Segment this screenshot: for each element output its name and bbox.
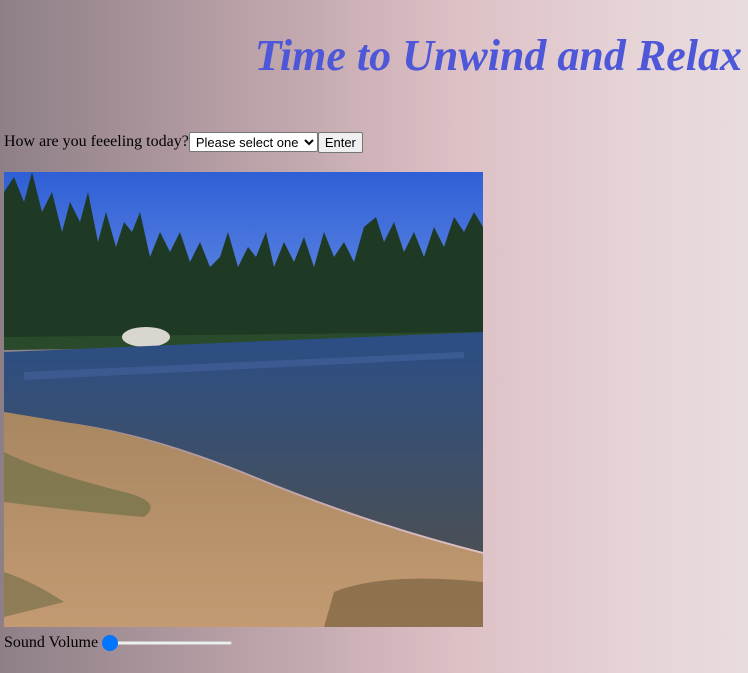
volume-slider-thumb[interactable] bbox=[102, 635, 119, 651]
mood-select[interactable]: Please select one bbox=[188, 132, 318, 152]
lake-landscape-image bbox=[4, 172, 483, 627]
volume-control: Sound Volume bbox=[4, 633, 233, 653]
page-title: Time to Unwind and Relax bbox=[254, 31, 742, 80]
mood-question-label: How are you feeeling today? bbox=[4, 133, 189, 150]
mood-form: How are you feeeling today? Please selec… bbox=[4, 131, 363, 153]
enter-button[interactable]: Enter bbox=[317, 131, 363, 153]
volume-slider-track[interactable] bbox=[102, 641, 233, 645]
volume-slider[interactable] bbox=[102, 635, 233, 651]
volume-label: Sound Volume bbox=[4, 634, 99, 651]
